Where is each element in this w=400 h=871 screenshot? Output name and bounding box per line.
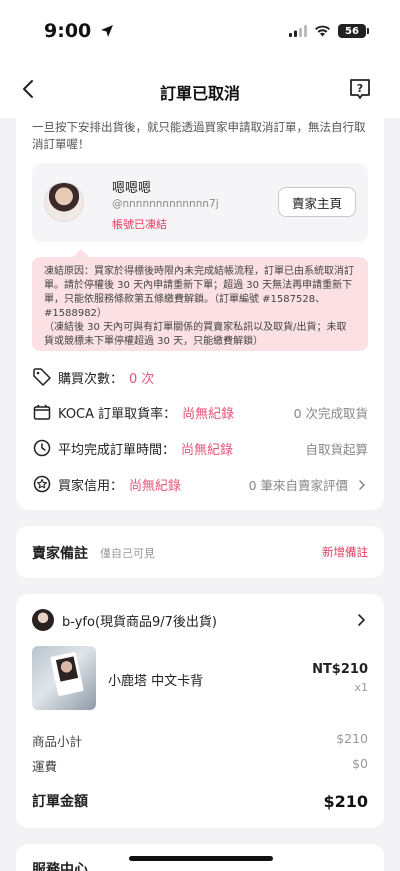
shop-avatar — [32, 609, 54, 631]
star-badge-icon — [33, 475, 51, 493]
stat-label: 平均完成訂單時間： — [58, 442, 176, 458]
page-title: 訂單已取消 — [159, 84, 240, 103]
chevron-right-icon — [358, 614, 366, 626]
wifi-icon — [315, 25, 330, 37]
shipping-value: $0 — [352, 756, 368, 771]
shop-row[interactable]: b-yfo(現貨商品9/7後出貨) — [32, 608, 368, 632]
stat-value: 尚無紀錄 — [129, 478, 182, 494]
service-center-title: 服務中心 — [32, 862, 88, 871]
status-time-text: 9:00 — [44, 20, 92, 42]
box-icon — [33, 404, 51, 420]
stat-value: 尚無紀錄 — [182, 406, 235, 422]
clock-icon — [33, 439, 51, 457]
seller-name: 嗯嗯嗯 — [112, 181, 152, 196]
freeze-reason-text: 凍結原因：買家於得標後時限內未完成結帳流程，訂單已由系統取消訂單。請於停權後 3… — [44, 266, 354, 319]
notes-visibility: 僅自己可見 — [100, 547, 155, 560]
svg-text:?: ? — [357, 82, 363, 95]
tag-icon — [33, 368, 51, 386]
stat-detail: 自取貨起算 — [305, 441, 368, 457]
subtotal-label: 商品小計 — [32, 734, 83, 749]
status-bar: 9:00 56 — [0, 0, 400, 62]
subtotal-row: 商品小計 $210 — [32, 731, 368, 750]
seller-handle: @nnnnnnnnnnnnn7j — [112, 198, 219, 210]
stat-row-avg-completion: 平均完成訂單時間： 尚無紀錄 自取貨起算 — [32, 436, 368, 460]
stat-row-buyer-credit[interactable]: 買家信用： 尚無紀錄 0 筆來自賣家評價 — [32, 472, 368, 496]
battery-level: 56 — [345, 25, 359, 37]
home-indicator[interactable] — [129, 856, 273, 861]
order-info-card: 一旦按下安排出貨後，就只能透過買家申請取消訂單，無法自行取消訂單喔！ 嗯嗯嗯 @… — [16, 110, 384, 510]
cancel-notice: 一旦按下安排出貨後，就只能透過買家申請取消訂單，無法自行取消訂單喔！ — [32, 120, 366, 151]
total-value: $210 — [323, 791, 368, 811]
shipping-label: 運費 — [32, 759, 58, 774]
shop-name: b-yfo(現貨商品9/7後出貨) — [62, 614, 218, 630]
stat-row-pickup-rate: KOCA 訂單取貨率： 尚無紀錄 0 次完成取貨 — [32, 400, 368, 424]
product-price: NT$210 — [312, 662, 368, 677]
avatar[interactable] — [44, 182, 84, 222]
stat-label: KOCA 訂單取貨率： — [58, 406, 177, 422]
freeze-reason-box: 凍結原因：買家於得標後時限內未完成結帳流程，訂單已由系統取消訂單。請於停權後 3… — [32, 249, 368, 351]
stat-row-purchase-count: 購買次數： 0 次 — [32, 365, 368, 389]
shipping-row: 運費 $0 — [32, 756, 368, 775]
status-indicators: 56 — [289, 24, 369, 38]
product-name[interactable]: 小鹿塔 中文卡背 — [108, 670, 203, 689]
stat-label: 買家信用： — [58, 478, 124, 494]
order-items-card: b-yfo(現貨商品9/7後出貨) 小鹿塔 中文卡背 NT$210 x1 商品小… — [16, 594, 384, 828]
freeze-reason-note: （凍結後 30 天內可與有訂單關係的買賣家私訊以及取貨/出貨；未取貨或競標未下單… — [44, 322, 347, 347]
account-status-badge: 帳號已凍結 — [112, 218, 167, 231]
status-time: 9:00 — [44, 20, 114, 42]
stat-value: 尚無紀錄 — [181, 442, 234, 458]
location-arrow-icon — [100, 25, 113, 37]
seller-notes-card: 賣家備註 僅自己可見 新增備註 — [16, 526, 384, 578]
subtotal-value: $210 — [336, 731, 368, 746]
total-label: 訂單金額 — [32, 794, 88, 810]
product-image[interactable] — [32, 646, 96, 710]
stat-value: 0 次 — [129, 371, 155, 387]
notes-title: 賣家備註 — [32, 546, 88, 562]
stat-label: 購買次數： — [58, 371, 124, 387]
seller-home-button[interactable]: 賣家主頁 — [278, 187, 356, 217]
product-quantity: x1 — [354, 681, 368, 694]
help-question-icon[interactable]: ? — [348, 77, 372, 101]
battery-icon: 56 — [338, 24, 369, 38]
stat-detail: 0 次完成取貨 — [293, 405, 368, 421]
cellular-signal-icon — [289, 25, 307, 37]
seller-panel: 嗯嗯嗯 @nnnnnnnnnnnnn7j 帳號已凍結 賣家主頁 — [32, 163, 368, 242]
total-row: 訂單金額 $210 — [32, 791, 368, 811]
chevron-right-icon — [359, 479, 366, 490]
add-note-button[interactable]: 新增備註 — [322, 544, 368, 560]
seller-review-count: 0 筆來自賣家評價 — [248, 477, 348, 493]
stat-detail[interactable]: 0 筆來自賣家評價 — [249, 475, 368, 494]
